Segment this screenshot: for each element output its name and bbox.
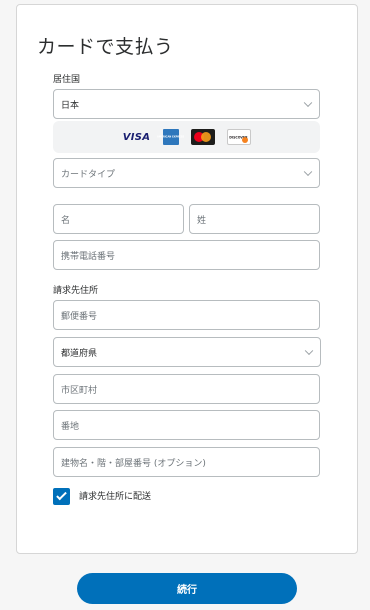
mastercard-yellow-circle — [200, 132, 211, 142]
last-name-placeholder: 姓 — [197, 215, 207, 226]
country-label: 居住国 — [53, 75, 81, 85]
card-type-placeholder: カードタイプ — [61, 169, 116, 180]
prefecture-placeholder: 都道府県 — [61, 348, 98, 359]
first-name-placeholder: 名 — [61, 215, 71, 226]
first-name-input[interactable]: 名 — [53, 204, 184, 234]
chevron-down-icon — [303, 167, 313, 177]
amex-logo-text: AMERICAN EXPRESS — [156, 135, 185, 139]
country-select[interactable]: 日本 — [53, 89, 320, 119]
mastercard-logo-icon — [190, 129, 215, 145]
amex-logo-icon: AMERICAN EXPRESS — [157, 129, 184, 145]
building-input[interactable]: 建物名・階・部屋番号 (オプション) — [53, 447, 320, 477]
last-name-input[interactable]: 姓 — [189, 204, 320, 234]
checkmark-icon — [56, 489, 67, 501]
country-value: 日本 — [61, 100, 80, 111]
card-logos: VISA AMERICAN EXPRESS DISCOVER — [53, 121, 320, 153]
city-input[interactable]: 市区町村 — [53, 374, 320, 404]
visa-logo-icon: VISA — [122, 131, 151, 143]
billing-address-label: 請求先住所 — [53, 286, 99, 296]
building-placeholder: 建物名・階・部屋番号 (オプション) — [61, 458, 206, 469]
ship-to-billing-checkbox[interactable] — [53, 488, 70, 505]
card-type-select[interactable]: カードタイプ — [53, 158, 320, 188]
prefecture-select[interactable]: 都道府県 — [53, 337, 321, 367]
mobile-number-input[interactable]: 携帯電話番号 — [53, 240, 320, 270]
chevron-down-icon — [304, 346, 314, 356]
city-placeholder: 市区町村 — [61, 385, 98, 396]
discover-orange-dot — [241, 137, 248, 143]
street-placeholder: 番地 — [61, 421, 80, 432]
continue-button[interactable]: 続行 — [77, 573, 297, 604]
page-title: カードで支払う — [37, 36, 174, 58]
chevron-down-icon — [303, 98, 313, 108]
postal-code-placeholder: 郵便番号 — [61, 311, 98, 322]
ship-to-billing-label: 請求先住所に配送 — [79, 492, 152, 502]
discover-logo-icon: DISCOVER — [226, 129, 251, 145]
street-input[interactable]: 番地 — [53, 410, 320, 440]
mobile-number-placeholder: 携帯電話番号 — [61, 251, 116, 262]
postal-code-input[interactable]: 郵便番号 — [53, 300, 320, 330]
